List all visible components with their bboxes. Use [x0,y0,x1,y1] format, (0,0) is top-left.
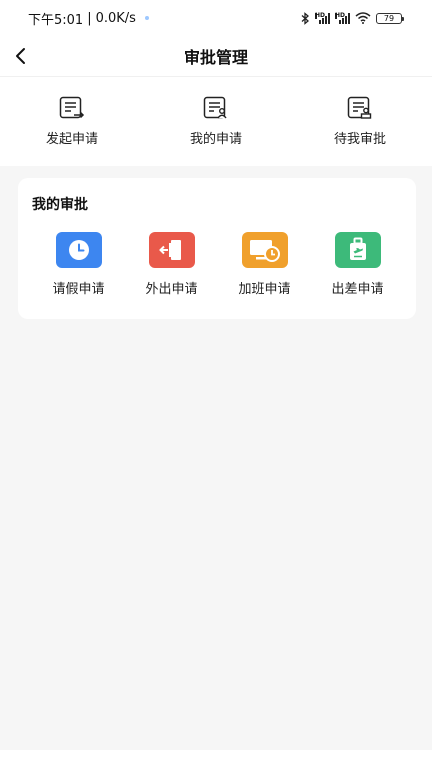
my-approvals-card: 我的审批 请假申请 外出申请 加班申请 出差申请 [18,178,416,319]
outing-application-button[interactable]: 外出申请 [125,232,218,297]
approval-grid: 请假申请 外出申请 加班申请 出差申请 [32,232,416,297]
quick-actions: 发起申请 我的申请 待我审批 [0,76,432,166]
signal-1-icon: HD [315,12,330,24]
status-bar: 下午5:01 | 0.0K/s HD HD 79 [0,0,432,36]
exit-door-icon [148,232,195,268]
approval-label: 加班申请 [238,282,291,297]
approval-label: 出差申请 [331,282,384,297]
approval-label: 外出申请 [145,282,198,297]
bluetooth-icon [301,11,309,25]
back-button[interactable] [6,42,34,70]
wifi-icon [355,12,371,24]
document-stamp-icon [347,96,372,119]
pending-approval-button[interactable]: 待我审批 [288,77,432,166]
bottom-bar [0,750,432,768]
approval-label: 请假申请 [52,282,105,297]
luggage-icon [334,232,381,268]
page-title: 审批管理 [183,48,248,67]
quick-action-label: 发起申请 [45,132,98,147]
network-speed: 0.0K/s [95,10,136,26]
document-arrow-icon [59,96,85,119]
monitor-clock-icon [241,232,288,268]
battery-level: 79 [383,13,395,23]
status-time: 下午5:01 [28,12,84,28]
clock-icon [55,232,102,268]
my-applications-button[interactable]: 我的申请 [144,77,288,166]
status-separator: | [87,10,92,26]
notification-dot-icon [144,16,149,20]
signal-2-icon: HD [335,12,350,24]
battery-icon: 79 [376,12,404,24]
quick-action-label: 我的申请 [189,132,242,147]
status-left: 下午5:01 | 0.0K/s [28,9,149,28]
start-application-button[interactable]: 发起申请 [0,77,144,166]
leave-application-button[interactable]: 请假申请 [32,232,125,297]
status-right: HD HD 79 [301,11,404,25]
quick-action-label: 待我审批 [333,132,386,147]
navigation-bar: 审批管理 [0,36,432,76]
chevron-left-icon [16,48,25,64]
section-title: 我的审批 [32,197,88,213]
overtime-application-button[interactable]: 加班申请 [218,232,311,297]
business-trip-application-button[interactable]: 出差申请 [311,232,404,297]
document-user-icon [203,96,227,119]
